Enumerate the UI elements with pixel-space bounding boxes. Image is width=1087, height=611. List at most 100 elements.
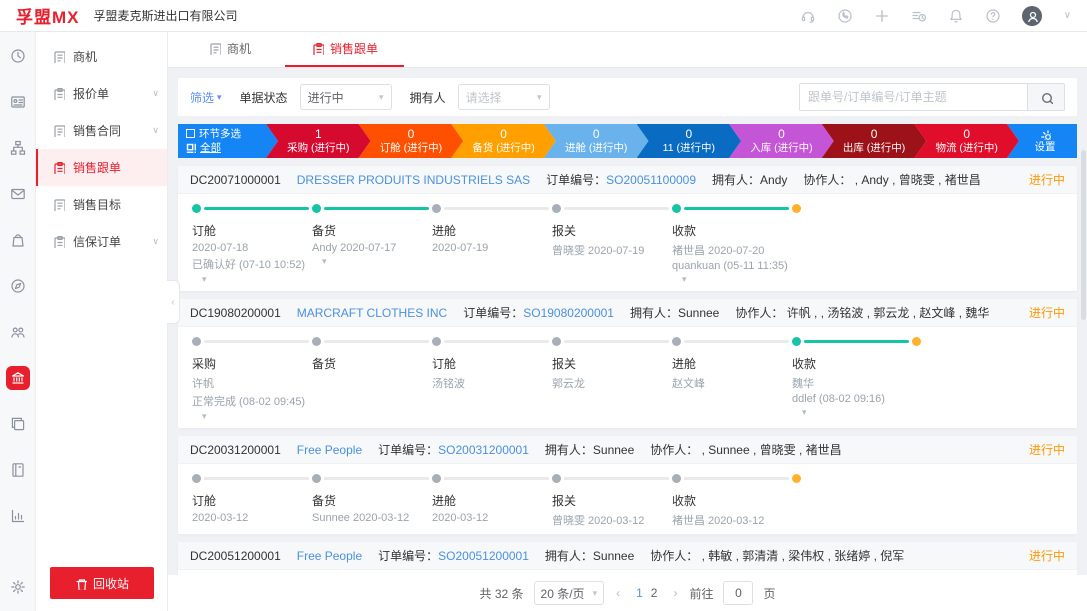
pipeline-stage[interactable]: 0备货 (进行中) <box>451 124 556 158</box>
rail-item-bag[interactable] <box>6 228 30 252</box>
avatar-chevron-down-icon[interactable]: ∨ <box>1064 10 1071 21</box>
pipeline-stage[interactable]: 0进舱 (进行中) <box>544 124 649 158</box>
plus-icon[interactable] <box>874 8 889 23</box>
sidebar-collapse-handle[interactable]: ‹ <box>167 280 180 324</box>
sidebar-item[interactable]: 销售跟单 <box>36 149 167 186</box>
tab-label: 销售跟单 <box>330 40 378 57</box>
search-icon <box>1040 91 1053 104</box>
pipeline-stage[interactable]: 0出库 (进行中) <box>822 124 927 158</box>
rail-item-book[interactable] <box>6 458 30 482</box>
step-expand-toggle[interactable]: ▾ <box>802 407 814 418</box>
step-connector <box>324 340 429 343</box>
rail-item-settings[interactable] <box>6 575 30 599</box>
pipeline-stage[interactable]: 0订舱 (进行中) <box>359 124 464 158</box>
rail-item-copy[interactable] <box>6 412 30 436</box>
pipeline-stage[interactable]: 011 (进行中) <box>637 124 742 158</box>
status-filter-label: 单据状态 <box>240 89 288 106</box>
step-expand-toggle[interactable]: ▾ <box>202 274 214 285</box>
status-badge: 进行中 <box>1029 304 1065 321</box>
order-no-link[interactable]: SO20051100009 <box>606 173 696 187</box>
step-dot <box>192 337 201 346</box>
all-stages-link[interactable]: 全部 <box>200 142 221 154</box>
doc-icon <box>52 198 65 211</box>
rail-item-idcard[interactable] <box>6 90 30 114</box>
sidebar-item[interactable]: 销售目标 <box>36 186 167 223</box>
pipeline-all-segment[interactable]: 环节多选 全部 <box>178 124 278 158</box>
status-select[interactable]: 进行中▾ <box>300 84 392 110</box>
order-no-link[interactable]: SO19080200001 <box>523 306 614 320</box>
app-logo: 孚盟MX <box>16 3 80 28</box>
order-list: DC20071000001DRESSER PRODUITS INDUSTRIEL… <box>178 166 1077 575</box>
page-size-select[interactable]: 20 条/页▾ <box>534 581 605 605</box>
sidebar-item[interactable]: 销售合同∨ <box>36 112 167 149</box>
multi-select-checkbox[interactable] <box>186 129 195 138</box>
status-badge: 进行中 <box>1029 547 1065 564</box>
step-info: 褚世昌 2020-03-12 <box>672 512 792 528</box>
recycle-bin-button[interactable]: 回收站 <box>50 567 154 599</box>
chevron-down-icon: ▾ <box>537 92 542 103</box>
step-dot <box>432 337 441 346</box>
timeline-step: 报关曾晓雯 2020-07-19 <box>552 204 672 285</box>
rail-item-chart[interactable] <box>6 504 30 528</box>
prev-page-button[interactable]: ‹ <box>614 586 622 600</box>
step-dot <box>552 337 561 346</box>
customer-link[interactable]: DRESSER PRODUITS INDUSTRIELS SAS <box>297 173 530 187</box>
next-page-button[interactable]: › <box>671 586 679 600</box>
order-card: DC19080200001MARCRAFT CLOTHES INC订单编号：SO… <box>178 299 1077 428</box>
vertical-scrollbar[interactable] <box>1081 150 1086 320</box>
rail-item-tree[interactable] <box>6 136 30 160</box>
headset-icon[interactable] <box>800 8 815 23</box>
timeline-step: 订舱汤铭波 <box>432 337 552 422</box>
avatar[interactable] <box>1022 6 1042 26</box>
customer-link[interactable]: Free People <box>297 549 362 563</box>
tab-销售跟单[interactable]: 销售跟单 <box>285 32 404 67</box>
pipeline-stage[interactable]: 0物流 (进行中) <box>914 124 1019 158</box>
customer-link[interactable]: MARCRAFT CLOTHES INC <box>297 306 447 320</box>
mail-icon <box>10 186 26 202</box>
stage-label: 备货 (进行中) <box>472 142 534 154</box>
order-code: DC20031200001 <box>190 443 281 457</box>
goto-label: 前往 <box>689 585 713 602</box>
page-number-1[interactable]: 1 <box>632 586 647 600</box>
timeline-step: 采购许帆正常完成 (08-02 09:45)▾ <box>192 337 312 422</box>
rail-item-clock[interactable] <box>6 44 30 68</box>
top-bar: 孚盟MX 孚盟麦克斯进出口有限公司 ∨ <box>0 0 1087 32</box>
step-dot <box>312 337 321 346</box>
tab-商机[interactable]: 商机 <box>182 32 277 67</box>
page-number-2[interactable]: 2 <box>647 586 662 600</box>
stage-label: 11 (进行中) <box>663 142 715 154</box>
order-no-label: 订单编号： <box>378 443 438 457</box>
sidebar-item[interactable]: 信保订单∨ <box>36 223 167 260</box>
filter-toggle[interactable]: 筛选▾ <box>190 89 222 106</box>
bell-icon[interactable] <box>948 8 963 23</box>
step-expand-toggle[interactable]: ▾ <box>322 256 334 267</box>
search-input[interactable] <box>799 83 1027 111</box>
help-icon[interactable] <box>985 8 1000 23</box>
order-no-link[interactable]: SO20051200001 <box>438 549 529 563</box>
chevron-down-icon: ∨ <box>152 236 159 247</box>
pipeline-stage[interactable]: 1采购 (进行中) <box>266 124 371 158</box>
order-card-header: DC19080200001MARCRAFT CLOTHES INC订单编号：SO… <box>178 299 1077 327</box>
search-button[interactable] <box>1027 83 1065 111</box>
step-name: 备货 <box>312 355 432 372</box>
rail-item-mail[interactable] <box>6 182 30 206</box>
content-scroll-area: 筛选▾ 单据状态 进行中▾ 拥有人 请选择▾ 环节多选 <box>168 68 1087 575</box>
sidebar-item[interactable]: 报价单∨ <box>36 75 167 112</box>
step-expand-toggle[interactable]: ▾ <box>682 274 694 285</box>
rail-item-bank[interactable] <box>6 366 30 390</box>
customer-link[interactable]: Free People <box>297 443 362 457</box>
step-dot <box>792 337 801 346</box>
history-icon[interactable] <box>911 8 926 23</box>
sidebar-item[interactable]: 商机 <box>36 38 167 75</box>
order-card: DC20051200001Free People订单编号：SO200512000… <box>178 542 1077 575</box>
goto-page-input[interactable] <box>723 581 753 605</box>
rail-item-compass[interactable] <box>6 274 30 298</box>
chat-icon[interactable] <box>837 8 852 23</box>
rail-item-users[interactable] <box>6 320 30 344</box>
step-expand-toggle[interactable]: ▾ <box>202 411 214 422</box>
sidebar-item-label: 商机 <box>73 48 97 65</box>
bag-icon <box>10 232 26 248</box>
pipeline-stage[interactable]: 0入库 (进行中) <box>729 124 834 158</box>
owner-select[interactable]: 请选择▾ <box>458 84 550 110</box>
order-no-link[interactable]: SO20031200001 <box>438 443 529 457</box>
